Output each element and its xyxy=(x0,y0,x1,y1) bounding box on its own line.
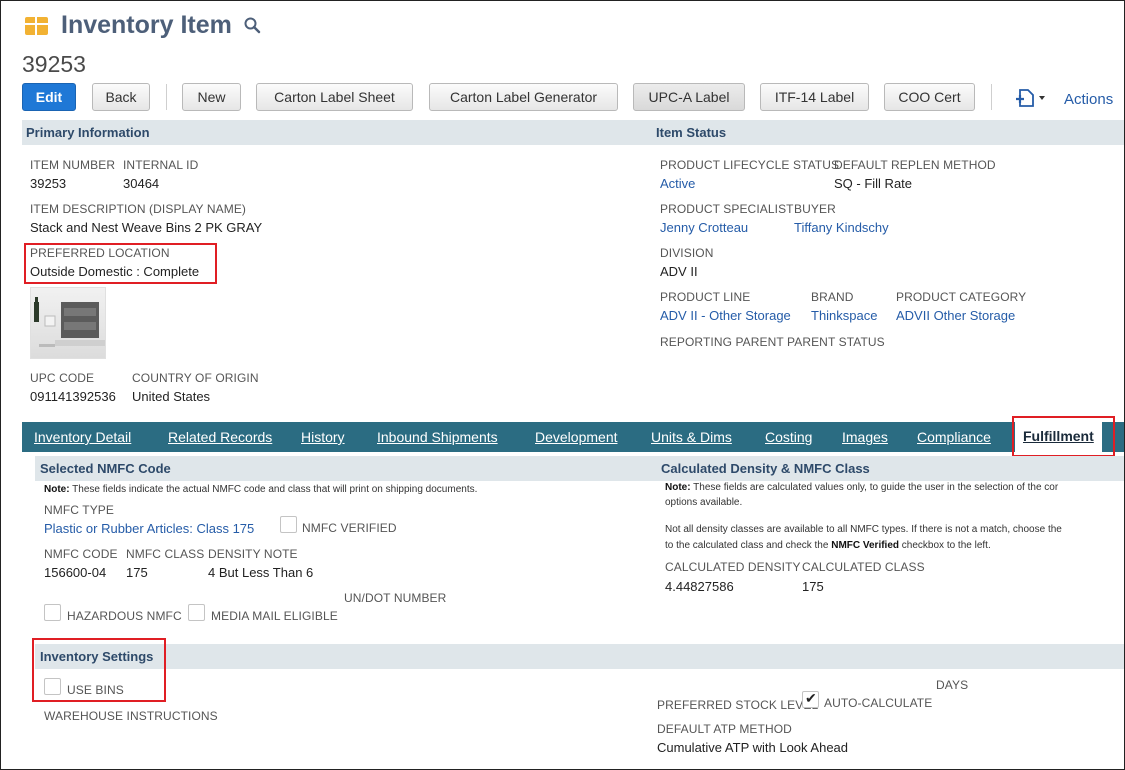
inventory-item-page: Inventory Item 39253 Edit Back New Carto… xyxy=(0,0,1125,770)
lifecycle-status-link[interactable]: Active xyxy=(660,176,695,191)
days-label: DAYS xyxy=(936,678,969,692)
highlight-box xyxy=(24,243,217,284)
product-specialist-label: PRODUCT SPECIALIST xyxy=(660,202,794,216)
upc-a-label-button[interactable]: UPC-A Label xyxy=(633,83,745,111)
inventory-settings-header-bar: Inventory Settings xyxy=(35,644,1124,669)
internal-id-label: INTERNAL ID xyxy=(123,158,199,172)
density-note-value: 4 But Less Than 6 xyxy=(208,565,314,580)
item-status-header: Item Status xyxy=(656,125,727,140)
carton-label-sheet-button[interactable]: Carton Label Sheet xyxy=(256,83,413,111)
calculated-density-value: 4.44827586 xyxy=(665,579,734,594)
nmfc-code-label: NMFC CODE xyxy=(44,547,118,561)
tab-history[interactable]: History xyxy=(301,429,345,445)
product-specialist-link[interactable]: Jenny Crotteau xyxy=(660,220,748,235)
tab-costing[interactable]: Costing xyxy=(765,429,812,445)
media-mail-eligible-label: MEDIA MAIL ELIGIBLE xyxy=(211,609,338,623)
division-label: DIVISION xyxy=(660,246,714,260)
actions-menu[interactable]: Actions xyxy=(1064,91,1113,108)
product-category-link[interactable]: ADVII Other Storage xyxy=(896,308,1015,323)
nmfc-class-label: NMFC CLASS xyxy=(126,547,205,561)
fulfillment-section-header-bar: Selected NMFC Code Calculated Density & … xyxy=(35,456,1124,481)
tab-images[interactable]: Images xyxy=(842,429,888,445)
item-number-value: 39253 xyxy=(30,176,67,191)
calculated-density-label: CALCULATED DENSITY xyxy=(665,560,801,574)
brand-label: BRAND xyxy=(811,290,854,304)
product-line-link[interactable]: ADV II - Other Storage xyxy=(660,308,791,323)
nmfc-class-value: 175 xyxy=(126,565,148,580)
buyer-label: BUYER xyxy=(794,202,836,216)
section-header-bar: Primary Information Item Status xyxy=(22,120,1124,145)
calculated-density-header: Calculated Density & NMFC Class xyxy=(661,461,870,476)
calculated-class-label: CALCULATED CLASS xyxy=(802,560,925,574)
parent-status-label: PARENT STATUS xyxy=(787,335,885,349)
nmfc-verified-checkbox[interactable] xyxy=(280,516,297,533)
country-of-origin-value: United States xyxy=(132,389,211,404)
calculated-class-value: 175 xyxy=(802,579,824,594)
subtab-bar: Inventory Detail Related Records History… xyxy=(22,422,1124,452)
toolbar-divider xyxy=(166,84,167,110)
lifecycle-status-label: PRODUCT LIFECYCLE STATUS xyxy=(660,158,840,172)
nmfc-verified-label: NMFC VERIFIED xyxy=(302,521,397,535)
tab-units-dims[interactable]: Units & Dims xyxy=(651,429,732,445)
new-button[interactable]: New xyxy=(182,83,241,111)
division-value: ADV II xyxy=(660,264,698,279)
default-atp-method-label: DEFAULT ATP METHOD xyxy=(657,722,792,736)
highlight-box xyxy=(1012,416,1115,457)
nmfc-type-link[interactable]: Plastic or Rubber Articles: Class 175 xyxy=(44,521,254,536)
tab-development[interactable]: Development xyxy=(535,429,618,445)
primary-information-header: Primary Information xyxy=(26,125,150,140)
itf-14-label-button[interactable]: ITF-14 Label xyxy=(760,83,869,111)
hazardous-nmfc-checkbox[interactable] xyxy=(44,604,61,621)
tab-related-records[interactable]: Related Records xyxy=(168,429,272,445)
density-note-text-1b: options available. xyxy=(665,497,743,508)
page-title: Inventory Item xyxy=(61,11,232,39)
coo-cert-button[interactable]: COO Cert xyxy=(884,83,975,111)
preferred-stock-level-label: PREFERRED STOCK LEVEL xyxy=(657,698,819,712)
auto-calculate-label: AUTO-CALCULATE xyxy=(824,696,933,710)
tab-compliance[interactable]: Compliance xyxy=(917,429,991,445)
country-of-origin-label: COUNTRY OF ORIGIN xyxy=(132,371,259,385)
buyer-link[interactable]: Tiffany Kindschy xyxy=(794,220,889,235)
tab-inventory-detail[interactable]: Inventory Detail xyxy=(34,429,131,445)
brand-link[interactable]: Thinkspace xyxy=(811,308,877,323)
new-document-icon[interactable] xyxy=(1014,87,1048,109)
record-id: 39253 xyxy=(22,51,86,77)
item-description-value: Stack and Nest Weave Bins 2 PK GRAY xyxy=(30,220,263,235)
edit-button[interactable]: Edit xyxy=(22,83,76,111)
product-image[interactable] xyxy=(30,287,106,359)
default-atp-method-value: Cumulative ATP with Look Ahead xyxy=(657,740,849,755)
upc-code-label: UPC CODE xyxy=(30,371,95,385)
reporting-parent-label: REPORTING PARENT xyxy=(660,335,784,349)
upc-code-value: 091141392536 xyxy=(30,389,116,404)
density-note-label: DENSITY NOTE xyxy=(208,547,298,561)
internal-id-value: 30464 xyxy=(123,176,160,191)
media-mail-eligible-checkbox[interactable] xyxy=(188,604,205,621)
tab-inbound-shipments[interactable]: Inbound Shipments xyxy=(377,429,498,445)
density-note-text-3: to the calculated class and check the NM… xyxy=(665,540,991,551)
nmfc-type-label: NMFC TYPE xyxy=(44,503,115,517)
product-line-label: PRODUCT LINE xyxy=(660,290,751,304)
density-note-text-1: Note: These fields are calculated values… xyxy=(665,482,1059,493)
nmfc-note: Note: These fields indicate the actual N… xyxy=(44,484,478,495)
selected-nmfc-code-header: Selected NMFC Code xyxy=(40,461,171,476)
toolbar-divider xyxy=(991,84,992,110)
replen-method-label: DEFAULT REPLEN METHOD xyxy=(834,158,996,172)
auto-calculate-checkbox[interactable] xyxy=(802,690,819,708)
carton-label-generator-button[interactable]: Carton Label Generator xyxy=(429,83,618,111)
back-button[interactable]: Back xyxy=(92,83,150,111)
un-dot-number-label: UN/DOT NUMBER xyxy=(344,591,447,605)
search-icon[interactable] xyxy=(243,16,261,34)
nmfc-code-value: 156600-04 xyxy=(44,565,107,580)
item-number-label: ITEM NUMBER xyxy=(30,158,116,172)
hazardous-nmfc-label: HAZARDOUS NMFC xyxy=(67,609,182,623)
item-description-label: ITEM DESCRIPTION (DISPLAY NAME) xyxy=(30,202,247,216)
product-category-label: PRODUCT CATEGORY xyxy=(896,290,1027,304)
highlight-box xyxy=(32,638,166,702)
replen-method-value: SQ - Fill Rate xyxy=(834,176,913,191)
warehouse-instructions-label: WAREHOUSE INSTRUCTIONS xyxy=(44,709,218,723)
density-note-text-2: Not all density classes are available to… xyxy=(665,524,1062,535)
inventory-item-icon xyxy=(25,17,48,35)
